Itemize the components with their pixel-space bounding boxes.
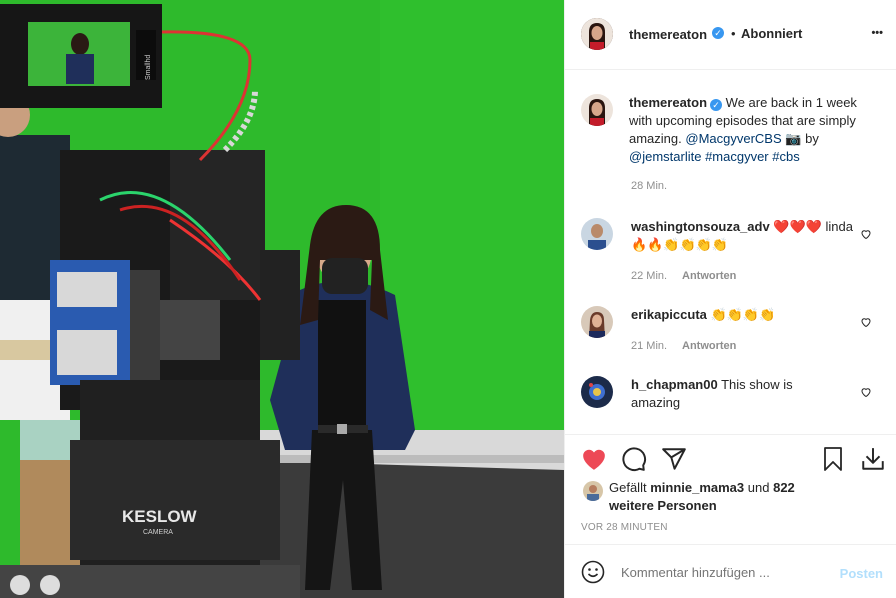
comment-text: h_chapman00 This show is amazing [631, 376, 821, 412]
commenter-avatar-image [581, 218, 613, 250]
caption-avatar[interactable] [581, 94, 613, 126]
commenter-avatar-image [581, 376, 613, 408]
photo-scene: KESLOW CAMERA Smallhd [0, 0, 564, 598]
post-sidebar: themereaton ✓ • Abonniert ••• themereato… [564, 0, 896, 598]
post-header: themereaton ✓ • Abonniert ••• [565, 0, 896, 70]
commenter-avatar-image [581, 306, 613, 338]
monitor-brand-text: Smallhd [145, 55, 152, 80]
comment-text: erikapiccuta 👏👏👏👏 [631, 306, 861, 324]
camera-emoji: 📷 [785, 131, 802, 146]
hashtag-macgyver[interactable]: #macgyver [705, 149, 769, 164]
comment-item: washingtonsouza_adv ❤️❤️❤️ linda🔥🔥👏👏👏👏 2… [581, 218, 896, 288]
comment-username[interactable]: erikapiccuta [631, 307, 707, 322]
author-avatar-image [581, 18, 613, 50]
comment-text: washingtonsouza_adv ❤️❤️❤️ linda🔥🔥👏👏👏👏 [631, 218, 861, 254]
liker-avatar-image [583, 481, 603, 501]
likes-and: und [747, 480, 770, 495]
hashtag-cbs[interactable]: #cbs [772, 149, 799, 164]
follow-status[interactable]: Abonniert [741, 26, 802, 41]
comment-item: h_chapman00 This show is amazing [581, 376, 896, 426]
share-icon[interactable] [661, 446, 687, 472]
post-comment-button[interactable]: Posten [840, 566, 883, 581]
verified-badge-icon: ✓ [712, 27, 724, 39]
commenter-avatar[interactable] [581, 306, 613, 338]
likes-text: Gefällt minnie_mama3 und 822 weitere Per… [609, 479, 829, 515]
post-photo[interactable]: KESLOW CAMERA Smallhd [0, 0, 564, 598]
caption-verified-icon: ✓ [710, 99, 723, 111]
comment-username[interactable]: washingtonsouza_adv [631, 219, 770, 234]
like-heart-icon[interactable] [581, 447, 607, 471]
camera-sub-text: CAMERA [143, 529, 173, 536]
reply-button[interactable]: Antworten [682, 340, 736, 352]
comment-like-icon[interactable] [860, 386, 872, 398]
post-timestamp[interactable]: VOR 28 MINUTEN [581, 522, 668, 533]
camera-brand-text: KESLOW [122, 507, 198, 526]
caption-text: themereaton ✓ We are back in 1 week with … [629, 94, 869, 166]
caption-avatar-image [581, 94, 613, 126]
comment-like-icon[interactable] [860, 316, 872, 328]
comment-body: 👏👏👏👏 [710, 307, 776, 322]
more-options-icon[interactable]: ••• [871, 27, 883, 39]
save-bookmark-icon[interactable] [821, 446, 845, 472]
caption-by: by [805, 131, 819, 146]
author-username[interactable]: themereaton [629, 27, 707, 42]
caption-mention-macgyver[interactable]: @MacgyverCBS [685, 131, 781, 146]
comment-username[interactable]: h_chapman00 [631, 377, 718, 392]
author-avatar[interactable] [581, 18, 613, 50]
commenter-avatar[interactable] [581, 218, 613, 250]
reply-button[interactable]: Antworten [682, 270, 736, 282]
action-bar: Gefällt minnie_mama3 und 822 weitere Per… [565, 434, 896, 545]
emoji-icon[interactable] [581, 560, 605, 584]
liker-avatar[interactable] [583, 481, 603, 501]
comment-time[interactable]: 22 Min. [631, 270, 667, 282]
comment-time[interactable]: 21 Min. [631, 340, 667, 352]
likes-prefix: Gefällt [609, 480, 647, 495]
caption-username[interactable]: themereaton [629, 95, 707, 110]
comment-item: erikapiccuta 👏👏👏👏 21 Min. Antworten [581, 306, 896, 356]
comment-icon[interactable] [621, 446, 647, 472]
liker-username[interactable]: minnie_mama3 [650, 480, 744, 495]
comment-input[interactable] [621, 561, 821, 583]
comment-composer: Posten [565, 544, 896, 598]
caption-time[interactable]: 28 Min. [631, 180, 667, 192]
download-icon[interactable] [860, 446, 886, 472]
comment-like-icon[interactable] [860, 228, 872, 240]
follow-separator: • [731, 26, 736, 41]
commenter-avatar[interactable] [581, 376, 613, 408]
caption-mention-jemstarlite[interactable]: @jemstarlite [629, 149, 701, 164]
